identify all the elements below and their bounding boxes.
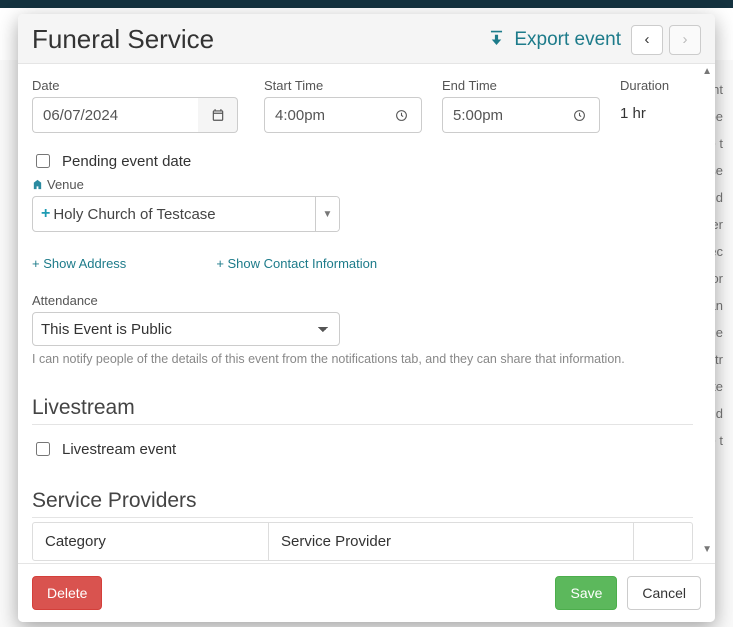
end-time-field: End Time — [442, 78, 604, 133]
attendance-label: Attendance — [32, 293, 693, 308]
modal-footer: Delete Save Cancel — [18, 563, 715, 622]
date-label: Date — [32, 78, 248, 93]
end-time-picker-button[interactable] — [560, 97, 600, 133]
end-time-input[interactable] — [442, 97, 560, 133]
venue-value: Holy Church of Testcase — [53, 206, 215, 223]
duration-label: Duration — [620, 78, 669, 93]
save-button[interactable]: Save — [555, 576, 617, 610]
start-time-label: Start Time — [264, 78, 426, 93]
chevron-left-icon: ‹ — [645, 31, 650, 48]
column-category: Category — [33, 523, 269, 560]
download-icon — [487, 30, 506, 49]
datetime-row: Date Start Time — [32, 78, 693, 133]
attendance-hint: I can notify people of the details of th… — [32, 352, 693, 366]
page-topbar — [0, 0, 733, 8]
modal-scroll[interactable]: Date Start Time — [32, 78, 701, 563]
calendar-icon — [211, 108, 225, 122]
venue-label: Venue — [32, 177, 693, 192]
livestream-input[interactable] — [36, 442, 50, 456]
prev-event-button[interactable]: ‹ — [631, 25, 663, 55]
table-header-row: Category Service Provider — [33, 523, 692, 560]
start-time-picker-button[interactable] — [382, 97, 422, 133]
service-providers-table: Category Service Provider — [32, 522, 693, 561]
building-icon — [32, 179, 43, 190]
cancel-button[interactable]: Cancel — [627, 576, 701, 610]
chevron-down-icon: ▼ — [315, 197, 339, 231]
venue-extra-links: + Show Address + Show Contact Informatio… — [32, 256, 693, 271]
livestream-heading: Livestream — [32, 396, 693, 425]
scroll-down-icon: ▼ — [702, 544, 712, 555]
column-provider: Service Provider — [269, 523, 634, 560]
pending-date-label: Pending event date — [62, 153, 191, 170]
export-event-label: Export event — [514, 29, 621, 51]
venue-select[interactable]: + Holy Church of Testcase ▼ — [32, 196, 340, 232]
start-time-input[interactable] — [264, 97, 382, 133]
service-providers-heading: Service Providers — [32, 489, 693, 518]
end-time-label: End Time — [442, 78, 604, 93]
plus-icon: + — [41, 205, 50, 223]
clock-icon — [395, 109, 408, 122]
show-contact-link[interactable]: + Show Contact Information — [216, 256, 377, 271]
duration-value: 1 hr — [620, 97, 669, 122]
livestream-label: Livestream event — [62, 441, 176, 458]
duration-field: Duration 1 hr — [620, 78, 669, 133]
show-address-link[interactable]: + Show Address — [32, 256, 126, 271]
start-time-field: Start Time — [264, 78, 426, 133]
event-edit-modal: Funeral Service Export event ‹ › ▲ ▼ Dat… — [18, 14, 715, 622]
modal-title: Funeral Service — [32, 24, 214, 55]
clock-icon — [573, 109, 586, 122]
date-field: Date — [32, 78, 248, 133]
chevron-right-icon: › — [683, 31, 688, 48]
export-event-link[interactable]: Export event — [487, 29, 621, 51]
event-nav: ‹ › — [631, 25, 701, 55]
date-input[interactable] — [32, 97, 198, 133]
pending-date-checkbox[interactable]: Pending event date — [32, 151, 693, 171]
header-actions: Export event ‹ › — [487, 25, 701, 55]
modal-body: ▲ ▼ Date Start Time — [18, 64, 715, 563]
column-actions — [634, 523, 692, 560]
attendance-select[interactable]: This Event is Public — [32, 312, 340, 346]
modal-header: Funeral Service Export event ‹ › — [18, 14, 715, 64]
livestream-checkbox[interactable]: Livestream event — [32, 439, 693, 459]
next-event-button[interactable]: › — [669, 25, 701, 55]
date-picker-button[interactable] — [198, 97, 238, 133]
scroll-up-icon: ▲ — [702, 66, 712, 77]
pending-date-input[interactable] — [36, 154, 50, 168]
delete-button[interactable]: Delete — [32, 576, 102, 610]
